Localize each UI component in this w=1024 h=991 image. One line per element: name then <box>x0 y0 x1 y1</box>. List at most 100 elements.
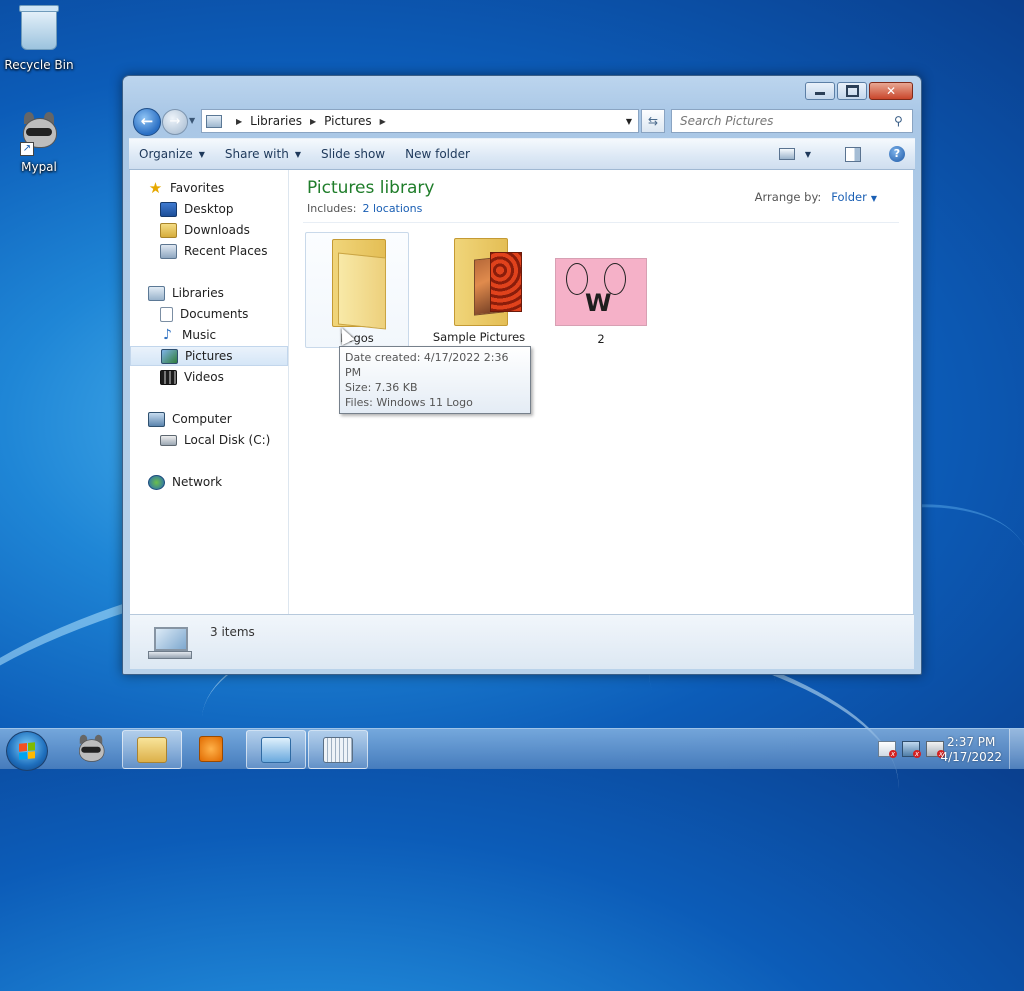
address-row: ← → ▼ ▶ Libraries ▶ Pictures ▶ ▼ ⇆ ⚲ <box>131 108 913 136</box>
chevron-down-icon[interactable]: ▼ <box>871 194 877 203</box>
desktop-icon-recycle-bin[interactable]: Recycle Bin <box>1 5 77 72</box>
folder-icon <box>328 235 386 330</box>
nav-label: Desktop <box>184 202 234 216</box>
folder-tooltip: Date created: 4/17/2022 2:36 PM Size: 7.… <box>339 346 531 414</box>
details-pane: 3 items <box>130 614 914 669</box>
help-icon[interactable]: ? <box>889 146 905 162</box>
recent-places-icon <box>160 243 177 259</box>
hard-disk-icon <box>160 434 177 446</box>
chevron-down-icon: ▼ <box>198 149 205 159</box>
preview-pane-icon[interactable] <box>845 146 861 162</box>
nav-item-favorites[interactable]: ★ Favorites <box>130 178 306 198</box>
music-note-icon: ♪ <box>163 326 172 343</box>
desktop-icon <box>160 201 177 217</box>
recent-pages-dropdown[interactable]: ▼ <box>189 116 195 125</box>
taskbar-media-player[interactable] <box>182 730 240 767</box>
file-item-2[interactable]: W 2 <box>549 232 653 348</box>
taskbar: x x x 2:37 PM 4/17/2022 <box>0 728 1024 771</box>
tooltip-size: Size: 7.36 KB <box>345 381 418 394</box>
taskbar-explorer[interactable] <box>122 730 182 769</box>
breadcrumb-separator-icon[interactable]: ▶ <box>310 117 316 126</box>
nav-item-pictures[interactable]: Pictures <box>130 346 288 366</box>
clock[interactable]: 2:37 PM 4/17/2022 <box>940 735 1002 765</box>
downloads-folder-icon <box>160 222 177 238</box>
breadcrumb-libraries[interactable]: Libraries <box>250 114 302 128</box>
start-button[interactable] <box>6 731 48 771</box>
maximize-button[interactable] <box>837 82 867 100</box>
maximize-icon <box>845 85 859 97</box>
back-arrow-icon: ← <box>140 112 154 130</box>
nav-item-network[interactable]: Network <box>130 472 306 492</box>
clock-date: 4/17/2022 <box>940 750 1002 764</box>
divider <box>303 222 899 223</box>
film-strip-icon <box>160 369 177 385</box>
address-history-dropdown[interactable]: ▼ <box>626 117 632 126</box>
raccoon-icon <box>76 733 106 765</box>
taskbar-control-panel[interactable] <box>246 730 306 769</box>
forward-button[interactable]: → <box>162 109 188 135</box>
command-bar: Organize ▼ Share with ▼ Slide show New fol… <box>129 138 915 170</box>
desktop-icon-label: Mypal <box>21 160 57 174</box>
keyboard-icon <box>323 736 353 763</box>
breadcrumb-separator-icon[interactable]: ▶ <box>236 117 242 126</box>
nav-label: Recent Places <box>184 244 268 258</box>
clock-time: 2:37 PM <box>947 735 996 749</box>
show-desktop-button[interactable] <box>1009 729 1024 769</box>
breadcrumb-pictures[interactable]: Pictures <box>324 114 372 128</box>
library-includes: Includes: 2 locations <box>307 202 422 215</box>
view-options-dropdown[interactable]: ▼ <box>805 150 811 159</box>
new-folder-label: New folder <box>405 147 470 161</box>
change-view-icon[interactable] <box>778 148 795 160</box>
back-button[interactable]: ← <box>133 108 161 136</box>
taskbar-mypal[interactable] <box>62 730 120 767</box>
documents-icon <box>160 306 173 322</box>
organize-button[interactable]: Organize ▼ <box>129 142 215 166</box>
refresh-button[interactable]: ⇆ <box>641 109 665 133</box>
new-folder-button[interactable]: New folder <box>395 142 480 166</box>
file-item-label: Logos <box>340 331 374 345</box>
item-count: 3 items <box>210 625 255 639</box>
nav-label: Favorites <box>170 181 225 195</box>
arrange-by-label: Arrange by: <box>754 190 822 204</box>
pictures-icon <box>161 348 178 364</box>
minimize-button[interactable] <box>805 82 835 100</box>
forward-arrow-icon: → <box>169 114 181 129</box>
address-bar[interactable]: ▶ Libraries ▶ Pictures ▶ ▼ <box>201 109 639 133</box>
action-center-flag-icon[interactable]: x <box>878 741 897 758</box>
photo-folder-icon <box>450 234 522 326</box>
libraries-icon <box>148 285 165 301</box>
search-icon[interactable]: ⚲ <box>894 114 912 128</box>
nav-label: Libraries <box>172 286 224 300</box>
desktop-icon-label: Recycle Bin <box>4 58 74 72</box>
close-button[interactable]: ✕ <box>869 82 913 100</box>
network-status-icon[interactable]: x <box>902 741 921 758</box>
nav-item-computer[interactable]: Computer <box>130 409 306 429</box>
taskbar-keyboard[interactable] <box>308 730 368 769</box>
breadcrumb-separator-icon[interactable]: ▶ <box>380 117 386 126</box>
nav-label: Pictures <box>185 349 233 363</box>
arrange-by-dropdown[interactable]: Folder <box>831 190 867 204</box>
share-with-button[interactable]: Share with ▼ <box>215 142 311 166</box>
search-input[interactable] <box>678 113 894 129</box>
organize-label: Organize <box>139 147 193 161</box>
file-item-sample-pictures[interactable]: Sample Pictures <box>427 232 531 348</box>
desktop-icon-mypal[interactable]: ↗ Mypal <box>1 110 77 174</box>
star-icon: ★ <box>148 178 163 197</box>
computer-icon <box>148 625 192 659</box>
window-controls: ✕ <box>805 82 913 100</box>
folder-icon <box>137 736 167 763</box>
file-item-logos[interactable]: Logos <box>305 232 409 348</box>
recycle-bin-icon <box>18 5 60 54</box>
nav-label: Local Disk (C:) <box>184 433 271 447</box>
includes-label: Includes: <box>307 202 357 215</box>
search-box: ⚲ <box>671 109 913 133</box>
nav-label: Computer <box>172 412 232 426</box>
minimize-icon <box>815 92 825 95</box>
nav-item-libraries[interactable]: Libraries <box>130 283 306 303</box>
slide-show-label: Slide show <box>320 147 386 161</box>
includes-locations-link[interactable]: 2 locations <box>362 202 422 215</box>
share-with-label: Share with <box>224 147 289 161</box>
library-title: Pictures library <box>307 178 435 198</box>
nav-label: Network <box>172 475 223 489</box>
slide-show-button[interactable]: Slide show <box>311 142 395 166</box>
